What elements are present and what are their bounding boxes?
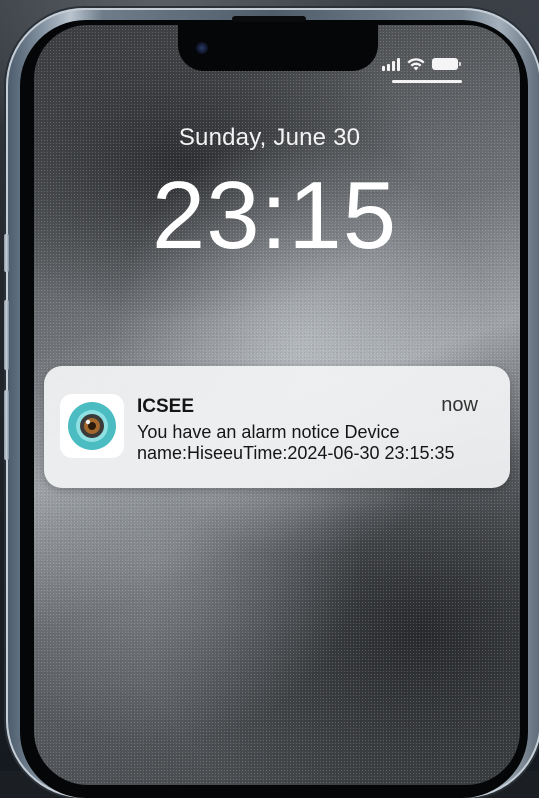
- lockscreen-time: 23:15: [151, 162, 398, 269]
- notification-message: You have an alarm notice Device name:His…: [137, 422, 507, 464]
- battery-icon: [432, 58, 461, 70]
- cellular-signal-icon: [382, 57, 400, 71]
- control-center-indicator[interactable]: [392, 80, 462, 83]
- volume-button: [4, 390, 9, 460]
- front-camera-icon: [196, 42, 208, 54]
- volume-button: [4, 300, 9, 370]
- earpiece: [232, 16, 306, 22]
- status-bar: [382, 56, 478, 72]
- dynamic-notch: [178, 25, 378, 71]
- notification-timestamp: now: [441, 394, 478, 416]
- camera-lens-icon: [68, 402, 116, 450]
- notification-message-line: You have an alarm notice Device: [137, 422, 400, 442]
- notification-message-line: name:HiseeuTime:2024-06-30 23:15:35: [137, 443, 455, 463]
- wifi-icon: [407, 58, 425, 71]
- camera-lens-app-icon: [60, 394, 124, 458]
- notification-card[interactable]: ICSEE now You have an alarm notice Devic…: [44, 366, 510, 488]
- lockscreen-date: Sunday, June 30: [178, 124, 361, 151]
- notification-app-name: ICSEE: [137, 396, 195, 417]
